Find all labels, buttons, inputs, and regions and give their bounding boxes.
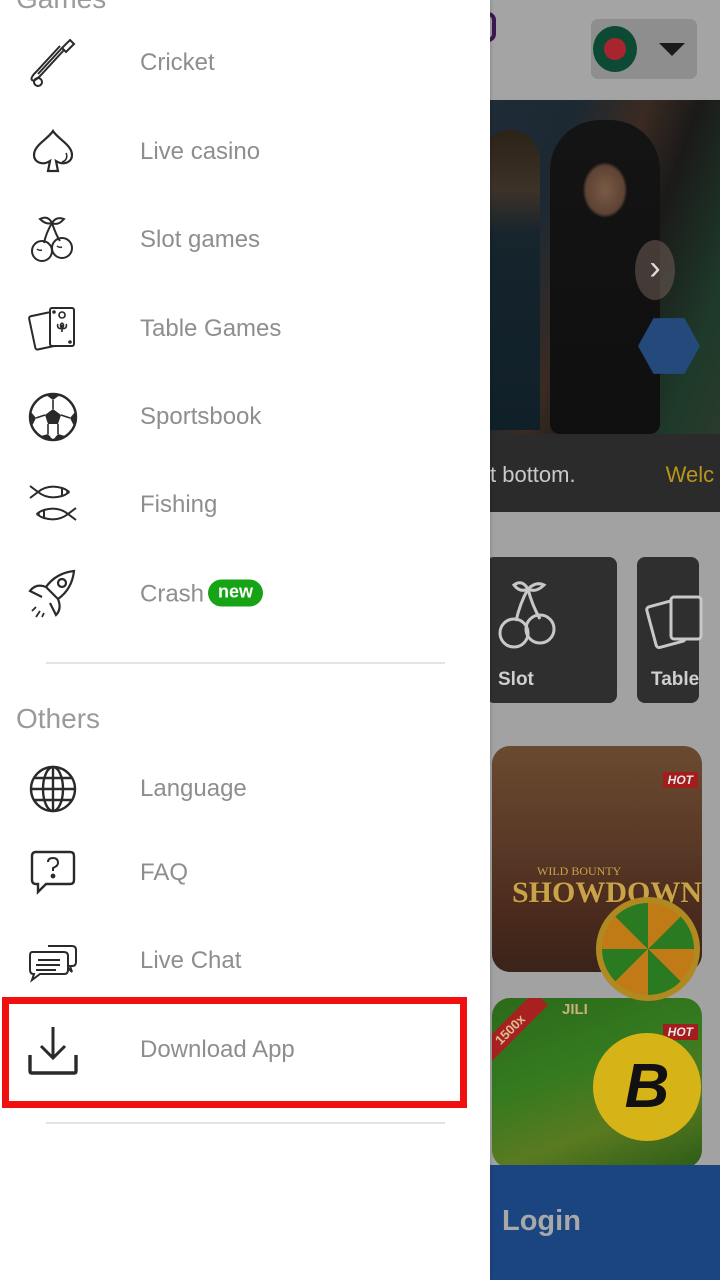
fish-icon: [26, 478, 80, 532]
menu-item-live-chat[interactable]: Live Chat: [0, 917, 490, 1005]
banner-figure-man: [490, 130, 540, 430]
menu-item-cricket[interactable]: Cricket: [0, 19, 490, 107]
menu-label: FAQ: [140, 859, 189, 886]
menu-label: Slot games: [140, 226, 261, 253]
side-drawer: Games Cricket Live casino: [0, 0, 490, 1280]
marquee-highlight: Welc: [665, 462, 715, 487]
category-table[interactable]: Table: [637, 557, 703, 703]
menu-item-slot-games[interactable]: Slot games: [0, 196, 490, 284]
lucky-wheel-icon[interactable]: [596, 897, 700, 1001]
globe-icon: [26, 762, 80, 816]
spade-icon: [26, 125, 80, 179]
promo-banner[interactable]: ›: [490, 100, 720, 434]
menu-item-sportsbook[interactable]: Sportsbook: [0, 373, 490, 461]
category-label: Slot: [498, 669, 534, 690]
announcement-marquee: t bottom. Welc: [490, 434, 720, 512]
cherry-icon: [26, 213, 80, 267]
new-badge: new: [208, 579, 264, 607]
marquee-text: t bottom.: [490, 462, 576, 487]
menu-label: Download App: [140, 1036, 295, 1063]
login-button[interactable]: Login: [502, 1205, 581, 1238]
question-chat-icon: [26, 846, 80, 900]
menu-item-download-app[interactable]: Download App: [0, 1006, 490, 1094]
chat-bubbles-icon: [26, 934, 80, 988]
section-divider: [46, 1122, 445, 1124]
menu-label-text: Crash: [140, 580, 205, 608]
menu-label: Fishing: [140, 491, 218, 518]
cricket-bat-icon: [26, 36, 80, 90]
section-title-games: Games: [16, 0, 106, 15]
brand-fab-button[interactable]: B: [593, 1033, 701, 1141]
menu-item-language[interactable]: Language: [0, 745, 490, 833]
rocket-icon: [26, 567, 80, 621]
menu-item-crash[interactable]: Crash new: [0, 550, 490, 638]
category-slot[interactable]: Slot: [486, 557, 617, 703]
menu-label: Cricket: [140, 49, 215, 76]
hot-tag: HOT: [662, 772, 698, 788]
menu-label: Crash new: [140, 579, 264, 609]
category-label: Table: [651, 669, 700, 690]
menu-label: Table Games: [140, 315, 282, 342]
menu-item-live-casino[interactable]: Live casino: [0, 108, 490, 196]
download-icon: [26, 1023, 80, 1077]
cherry-icon: [498, 581, 556, 649]
section-title-others: Others: [16, 703, 101, 734]
menu-item-fishing[interactable]: Fishing: [0, 461, 490, 549]
menu-label: Sportsbook: [140, 403, 262, 430]
playing-cards-icon: [645, 595, 703, 649]
playing-cards-icon: [26, 302, 80, 356]
section-divider: [46, 662, 445, 664]
provider-label: JILI: [562, 1001, 588, 1018]
menu-label: Live Chat: [140, 947, 242, 974]
caret-down-icon[interactable]: [659, 43, 685, 56]
menu-item-faq[interactable]: FAQ: [0, 829, 490, 917]
login-bar[interactable]: Login: [490, 1165, 720, 1280]
menu-label: Language: [140, 775, 247, 802]
menu-label: Live casino: [140, 138, 261, 165]
bangladesh-flag-icon[interactable]: [593, 26, 637, 72]
menu-item-table-games[interactable]: Table Games: [0, 285, 490, 373]
multiplier-ribbon: 1500x: [492, 998, 548, 1068]
soccer-ball-icon: [26, 390, 80, 444]
banner-next-arrow-icon[interactable]: ›: [635, 240, 675, 300]
